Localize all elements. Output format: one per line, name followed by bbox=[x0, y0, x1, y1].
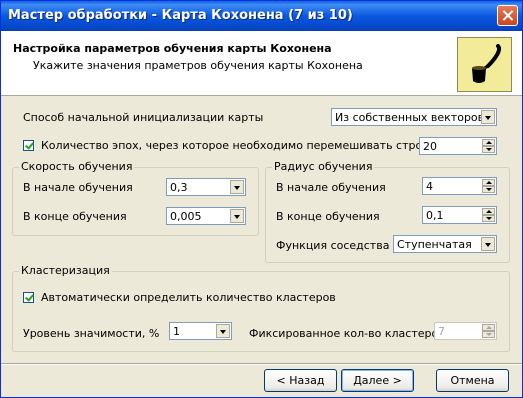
stepper-up-icon[interactable] bbox=[482, 139, 495, 146]
chevron-down-icon[interactable] bbox=[481, 110, 495, 124]
fixed-clusters-label: Фиксированное кол-во кластеров bbox=[249, 327, 445, 340]
radius-start-label: В начале обучения bbox=[276, 181, 386, 194]
chevron-down-icon[interactable] bbox=[216, 324, 230, 338]
radius-start-value: 4 bbox=[426, 180, 433, 193]
init-label: Способ начальной инициализации карты bbox=[23, 111, 264, 124]
title-bar[interactable]: Мастер обработки - Карта Кохонена (7 из … bbox=[1, 1, 522, 31]
significance-label: Уровень значимости, % bbox=[23, 327, 160, 340]
neighborhood-value: Ступенчатая bbox=[397, 238, 472, 251]
fixed-clusters-stepper[interactable]: 7 bbox=[434, 322, 497, 340]
lr-start-select[interactable]: 0,3 bbox=[166, 178, 246, 196]
radius-end-label: В конце обучения bbox=[276, 210, 380, 223]
wizard-window: Мастер обработки - Карта Кохонена (7 из … bbox=[0, 0, 523, 398]
lr-end-label: В конце обучения bbox=[23, 210, 127, 223]
stepper-down-icon[interactable] bbox=[482, 331, 495, 338]
header-subtitle: Укажите значения праметров обучения карт… bbox=[33, 59, 363, 72]
lr-end-value: 0,005 bbox=[170, 210, 202, 223]
close-icon[interactable] bbox=[497, 5, 518, 26]
lr-end-select[interactable]: 0,005 bbox=[166, 207, 246, 225]
init-method-value: Из собственных векторов bbox=[335, 111, 485, 124]
stepper-up-icon[interactable] bbox=[482, 208, 495, 215]
significance-select[interactable]: 1 bbox=[169, 322, 232, 340]
lr-start-label: В начале обучения bbox=[23, 181, 133, 194]
chevron-down-icon[interactable] bbox=[230, 209, 244, 223]
epochs-stepper[interactable]: 20 bbox=[419, 137, 497, 155]
epochs-value: 20 bbox=[423, 140, 437, 153]
radius-end-value: 0,1 bbox=[426, 209, 444, 222]
auto-clusters-label: Автоматически определить количество клас… bbox=[41, 291, 336, 304]
significance-value: 1 bbox=[173, 325, 180, 338]
header-title: Настройка параметров обучения карты Кохо… bbox=[13, 42, 332, 55]
radius-end-stepper[interactable]: 0,1 bbox=[422, 206, 497, 224]
epochs-label: Количество эпох, через которое необходим… bbox=[41, 139, 437, 152]
neighborhood-label: Функция соседства bbox=[276, 239, 390, 252]
stepper-down-icon[interactable] bbox=[482, 186, 495, 193]
lr-start-value: 0,3 bbox=[170, 181, 188, 194]
neighborhood-select[interactable]: Ступенчатая bbox=[393, 235, 497, 253]
auto-clusters-checkbox[interactable] bbox=[23, 292, 34, 303]
learning-rate-title: Скорость обучения bbox=[19, 160, 135, 173]
radius-title: Радиус обучения bbox=[272, 160, 375, 173]
init-method-select[interactable]: Из собственных векторов bbox=[331, 108, 497, 126]
clustering-title: Кластеризация bbox=[19, 264, 112, 277]
cancel-button[interactable]: Отмена bbox=[436, 369, 509, 392]
stepper-down-icon[interactable] bbox=[482, 215, 495, 222]
back-button[interactable]: < Назад bbox=[264, 369, 337, 392]
chevron-down-icon[interactable] bbox=[230, 180, 244, 194]
stepper-down-icon[interactable] bbox=[482, 146, 495, 153]
window-title: Мастер обработки - Карта Кохонена (7 из … bbox=[8, 8, 353, 23]
wizard-header: Настройка параметров обучения карты Кохо… bbox=[1, 31, 522, 96]
footer-divider bbox=[1, 363, 522, 365]
chevron-down-icon[interactable] bbox=[481, 237, 495, 251]
stepper-up-icon[interactable] bbox=[482, 324, 495, 331]
epochs-checkbox[interactable] bbox=[23, 140, 34, 151]
stepper-up-icon[interactable] bbox=[482, 179, 495, 186]
fixed-clusters-value: 7 bbox=[438, 325, 445, 338]
radius-start-stepper[interactable]: 4 bbox=[422, 177, 497, 195]
next-button[interactable]: Далее > bbox=[341, 369, 414, 392]
pipe-icon bbox=[457, 37, 512, 92]
